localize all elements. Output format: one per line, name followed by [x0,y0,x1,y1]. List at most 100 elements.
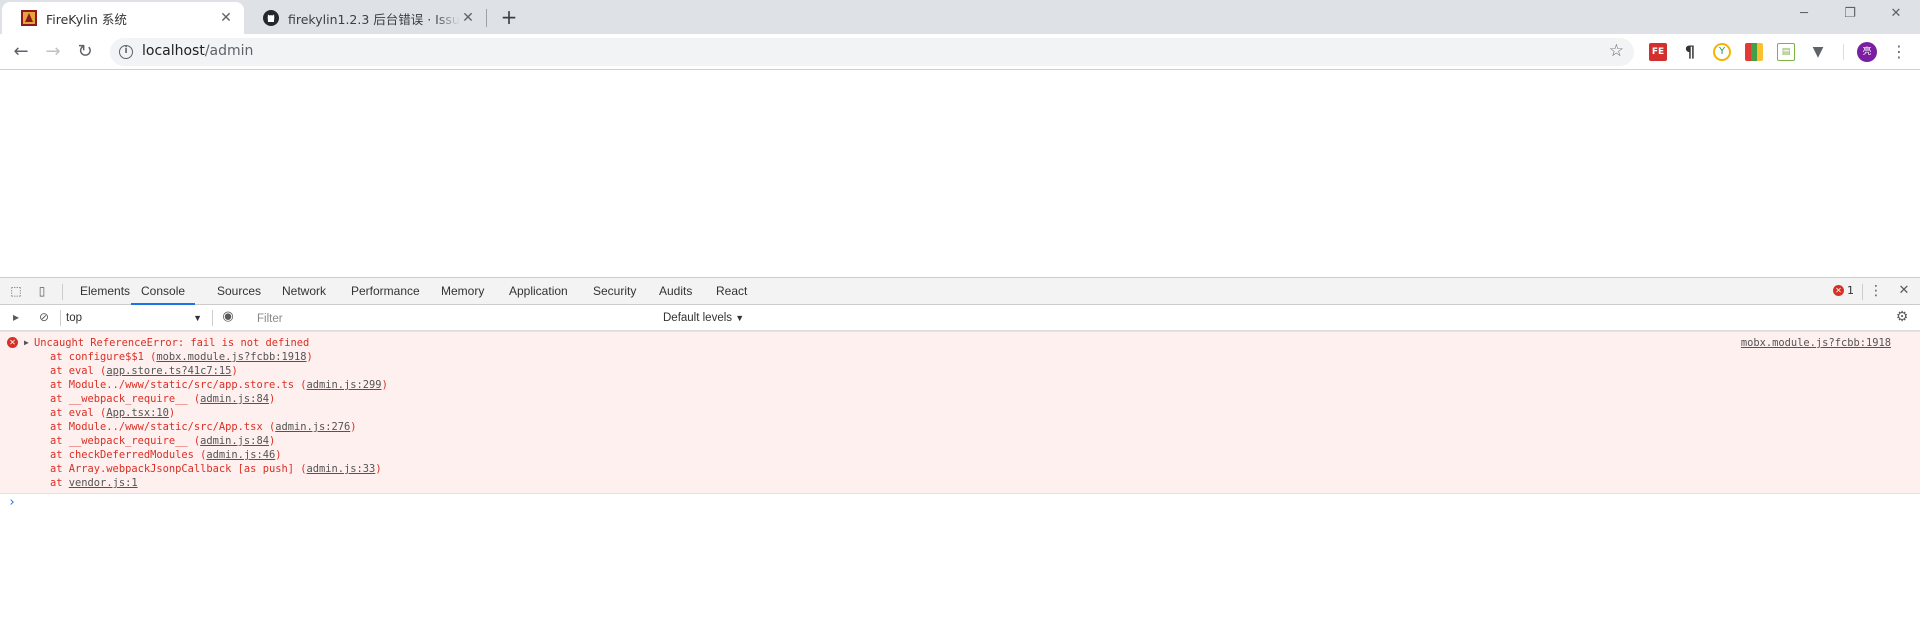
stack-line: at Module../www/static/src/app.store.ts … [34,378,1920,392]
stack-frame-link[interactable]: mobx.module.js?fcbb:1918 [156,351,306,363]
stack-frame-link[interactable]: admin.js:84 [200,393,269,405]
error-icon: ✕ [1833,285,1844,296]
stack-frame-text: at eval ( [50,407,107,419]
stack-frame-link[interactable]: App.tsx:10 [106,407,169,419]
expand-triangle-icon[interactable]: ▶ [24,336,29,350]
stack-frame-suffix: ) [268,393,276,405]
toolbar-divider [1843,44,1844,60]
url-host: localhost [142,43,205,59]
reload-icon[interactable]: ↻ [73,40,97,64]
url-text[interactable]: localhost/admin [142,43,253,59]
tab-elements[interactable]: Elements [80,278,130,305]
tab-network[interactable]: Network [282,278,326,305]
filter-input[interactable]: Filter [250,309,655,327]
tab-security[interactable]: Security [593,278,636,305]
browser-tab-inactive[interactable]: firekylin1.2.3 后台错误 · Issue # ✕ [244,2,486,34]
error-source-link[interactable]: mobx.module.js?fcbb:1918 [1741,336,1891,350]
browser-menu-icon[interactable]: ⋮ [1889,41,1909,63]
stack-line: at checkDeferredModules (admin.js:46) [34,448,1920,462]
tab-memory[interactable]: Memory [441,278,484,305]
stack-frame-link[interactable]: app.store.ts?41c7:15 [106,365,231,377]
stack-line: at Array.webpackJsonpCallback [as push] … [34,462,1920,476]
tab-application[interactable]: Application [509,278,568,305]
console-toolbar: ▸ ⊘ top ▼ ◉ Filter Default levels ▼ ⚙ [0,305,1920,331]
tab-title: FireKylin 系统 [46,11,127,27]
stack-frame-suffix: ) [168,407,176,419]
stack-frame-text: at eval ( [50,365,107,377]
tab-audits[interactable]: Audits [659,278,692,305]
bookmark-star-icon[interactable]: ☆ [1609,41,1624,61]
stack-frame-link[interactable]: admin.js:84 [200,435,269,447]
palette-extension-icon[interactable] [1745,43,1763,61]
log-levels-value: Default levels [663,312,733,324]
address-bar[interactable]: i localhost/admin ☆ [110,38,1634,66]
stack-frame-text: at configure$$1 ( [50,351,157,363]
stack-frame-text: at Module../www/static/src/App.tsx ( [50,421,276,433]
stack-line: at configure$$1 (mobx.module.js?fcbb:191… [34,350,1920,364]
console-prompt[interactable]: › [0,494,1920,514]
stack-frame-link[interactable]: vendor.js:1 [69,477,138,489]
forward-arrow-icon[interactable]: → [41,40,65,64]
inspect-element-icon[interactable]: ⬚ [8,283,24,299]
toolbar-divider [1862,284,1863,300]
new-tab-plus-icon[interactable]: + [498,7,520,29]
error-text: Uncaught ReferenceError: fail is not def… [34,337,310,349]
log-levels-select[interactable]: Default levels ▼ [663,309,744,327]
close-tab-icon[interactable]: ✕ [218,10,234,26]
stack-frame-link[interactable]: admin.js:299 [306,379,381,391]
stack-frame-text: at Array.webpackJsonpCallback [as push] … [50,463,307,475]
stack-frame-suffix: ) [381,379,388,391]
info-icon[interactable]: i [119,45,133,59]
url-path: /admin [204,43,254,59]
devtools-menu-icon[interactable]: ⋮ [1868,283,1884,299]
stack-frame-suffix: ) [275,449,282,461]
tab-performance[interactable]: Performance [351,278,420,305]
stack-frame-suffix: ) [306,351,313,363]
y-extension-icon[interactable]: Y [1713,43,1731,61]
tab-sources[interactable]: Sources [217,278,261,305]
stack-frame-suffix: ) [350,421,357,433]
stack-frame-link[interactable]: admin.js:33 [306,463,375,475]
vue-extension-icon[interactable]: ▼ [1809,43,1827,61]
devtools-tabbar: ⬚ ▯ Elements Console Sources Network Per… [0,278,1920,305]
stack-frame-suffix: ) [268,435,276,447]
stack-frame-link[interactable]: admin.js:46 [206,449,275,461]
sheet-extension-icon[interactable]: ▤ [1777,43,1795,61]
dropdown-arrow-icon: ▼ [193,313,202,323]
device-toolbar-icon[interactable]: ▯ [34,283,50,299]
console-settings-gear-icon[interactable]: ⚙ [1894,309,1910,325]
stack-line: at __webpack_require__ (admin.js:84) [34,434,1920,448]
tab-react[interactable]: React [716,278,747,305]
stack-frame-link[interactable]: admin.js:276 [275,421,350,433]
stack-frame-suffix: ) [375,463,382,475]
stack-frame-suffix: ) [231,365,238,377]
tab-divider [486,9,487,27]
stack-frame-text: at __webpack_require__ ( [50,393,201,405]
minimize-icon[interactable]: ─ [1781,0,1827,28]
error-icon: ✕ [7,337,18,348]
firekylin-favicon-icon [21,10,37,26]
close-devtools-icon[interactable]: ✕ [1896,283,1912,299]
error-counter[interactable]: ✕ 1 [1833,284,1854,297]
back-arrow-icon[interactable]: ← [9,40,33,64]
close-window-icon[interactable]: ✕ [1873,0,1919,28]
dropdown-arrow-icon: ▼ [735,313,745,323]
context-value: top [66,312,82,324]
stack-line: at __webpack_require__ (admin.js:84) [34,392,1920,406]
context-select[interactable]: top ▼ [66,309,202,327]
clear-console-icon[interactable]: ⊘ [36,309,52,325]
stack-line: at eval (app.store.ts?41c7:15) [34,364,1920,378]
tab-console[interactable]: Console [131,278,196,305]
browser-toolbar: ← → ↻ i localhost/admin ☆ FE ¶ Y ▤ ▼ 亮 ⋮ [0,34,1920,70]
profile-avatar[interactable]: 亮 [1857,42,1877,62]
live-expression-eye-icon[interactable]: ◉ [220,309,236,325]
stack-trace: at configure$$1 (mobx.module.js?fcbb:191… [34,350,1920,490]
fe-extension-icon[interactable]: FE [1649,43,1667,61]
close-tab-icon[interactable]: ✕ [460,10,476,26]
paragraph-extension-icon[interactable]: ¶ [1681,43,1699,61]
stack-line: at vendor.js:1 [34,476,1920,490]
browser-tab-active[interactable]: FireKylin 系统 ✕ [2,2,244,34]
error-count-text: 1 [1847,284,1854,297]
restore-icon[interactable]: ❐ [1827,0,1873,28]
sidebar-toggle-icon[interactable]: ▸ [8,309,24,325]
